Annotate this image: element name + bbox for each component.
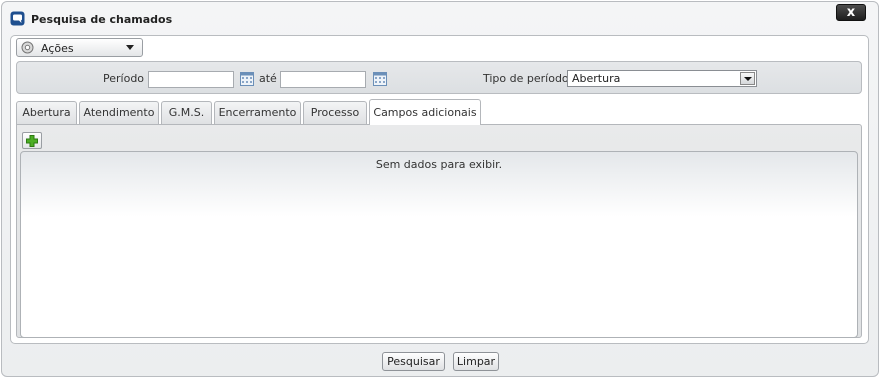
period-until-label: até [259,72,277,85]
period-start-input[interactable] [148,71,234,88]
period-label: Período : [103,72,152,85]
calendar-icon[interactable] [240,72,254,86]
actions-dropdown[interactable]: Ações [16,38,143,57]
tab-processo[interactable]: Processo [303,101,367,124]
period-type-label: Tipo de período : [483,72,576,85]
close-button[interactable]: x [836,4,866,21]
search-dialog: Pesquisa de chamados x Ações Período : a… [1,1,879,377]
chevron-down-icon[interactable] [740,72,755,85]
period-end-input[interactable] [280,71,366,88]
results-grid: Sem dados para exibir. [20,151,858,338]
calendar-icon[interactable] [373,72,387,86]
tab-atendimento[interactable]: Atendimento [79,101,159,124]
tab-gms[interactable]: G.M.S. [161,101,212,124]
dialog-content: Ações Período : até Tipo de período : Ab… [10,35,869,344]
filter-panel: Período : até Tipo de período : Abertura [16,61,862,94]
tab-campos-adicionais[interactable]: Campos adicionais [369,99,481,125]
empty-message: Sem dados para exibir. [375,158,503,171]
chevron-down-icon [126,45,134,50]
actions-label: Ações [41,42,74,55]
period-type-value: Abertura [572,72,621,85]
dialog-title: Pesquisa de chamados [31,13,173,26]
tab-abertura[interactable]: Abertura [16,101,77,124]
title-bar: Pesquisa de chamados x [2,2,878,32]
clear-button[interactable]: Limpar [453,352,499,371]
gear-icon [21,41,34,54]
add-button[interactable] [22,132,42,149]
tab-encerramento[interactable]: Encerramento [214,101,301,124]
search-button[interactable]: Pesquisar [382,352,445,371]
period-type-select[interactable]: Abertura [567,70,757,87]
plus-icon [26,135,38,147]
tab-panel: Sem dados para exibir. [16,124,862,338]
chat-icon [10,11,25,26]
